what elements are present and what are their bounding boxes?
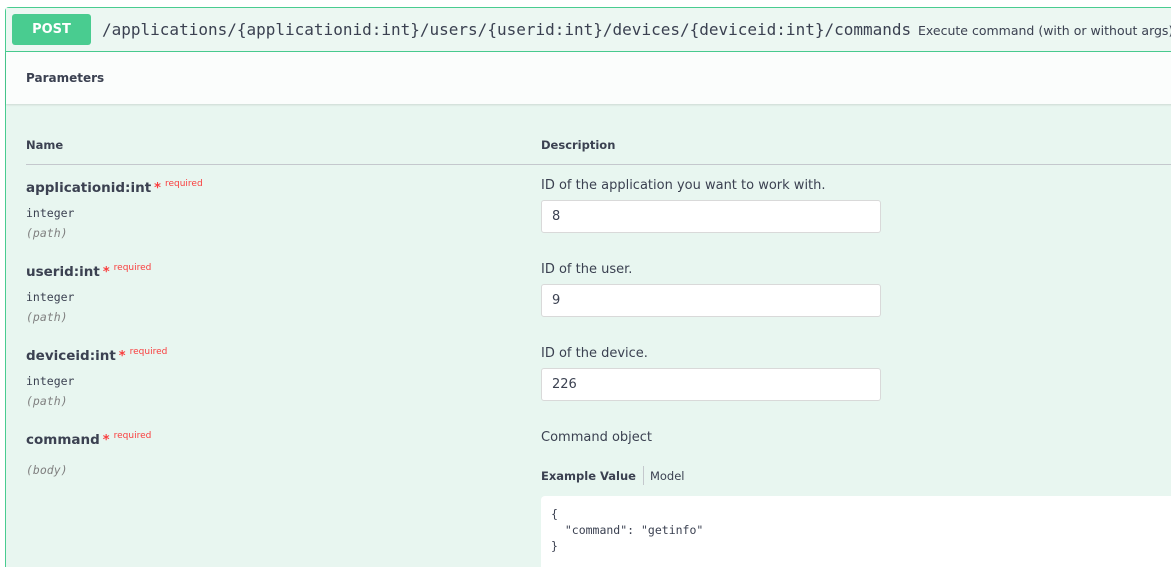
param-name-text: command	[26, 432, 100, 448]
param-desc-command: Command object	[541, 430, 653, 445]
required-star: *	[102, 433, 110, 448]
required-label: required	[164, 179, 203, 189]
example-model-tabs: Example Value Model	[541, 466, 685, 485]
param-desc-deviceid: ID of the device.	[541, 346, 648, 361]
required-star: *	[154, 181, 161, 196]
applicationid-input[interactable]	[541, 200, 881, 233]
param-name-userid: userid:int * required	[26, 263, 152, 280]
method-badge: POST	[12, 14, 91, 45]
param-name-text: userid:int	[26, 264, 100, 280]
param-name-command: command * required	[26, 431, 152, 448]
endpoint-summary: Execute command (with or without args)	[918, 23, 1171, 38]
param-name-text: applicationid:int	[26, 180, 152, 196]
column-header-name: Name	[26, 138, 64, 152]
tab-model[interactable]: Model	[650, 469, 685, 483]
param-in-deviceid: (path)	[26, 394, 68, 408]
tab-example-value[interactable]: Example Value	[541, 469, 636, 483]
required-star: *	[102, 265, 110, 280]
required-label: required	[113, 431, 152, 441]
param-in-applicationid: (path)	[26, 226, 68, 240]
header-divider	[26, 164, 1171, 165]
deviceid-input[interactable]	[541, 368, 881, 401]
parameters-header: Parameters	[6, 52, 1171, 104]
param-name-text: deviceid:int	[26, 348, 116, 364]
required-label: required	[113, 263, 152, 273]
param-type-deviceid: integer	[26, 374, 75, 388]
param-name-applicationid: applicationid:int * required	[26, 179, 203, 196]
column-header-description: Description	[541, 138, 616, 152]
param-desc-applicationid: ID of the application you want to work w…	[541, 178, 826, 193]
opblock-post-commands: POST /applications/{applicationid:int}/u…	[5, 7, 1171, 576]
param-in-userid: (path)	[26, 310, 68, 324]
endpoint-path: /applications/{applicationid:int}/users/…	[102, 20, 912, 39]
example-value-code[interactable]: { "command": "getinfo" }	[541, 496, 1171, 576]
param-name-deviceid: deviceid:int * required	[26, 347, 168, 364]
required-star: *	[118, 349, 126, 364]
param-desc-userid: ID of the user.	[541, 262, 633, 277]
param-type-userid: integer	[26, 290, 75, 304]
param-type-applicationid: integer	[26, 206, 75, 220]
opblock-summary[interactable]: POST /applications/{applicationid:int}/u…	[6, 8, 1171, 52]
userid-input[interactable]	[541, 284, 881, 317]
param-in-command: (body)	[26, 463, 68, 477]
tab-divider	[642, 466, 644, 485]
parameters-title: Parameters	[26, 71, 105, 85]
required-label: required	[129, 347, 168, 357]
